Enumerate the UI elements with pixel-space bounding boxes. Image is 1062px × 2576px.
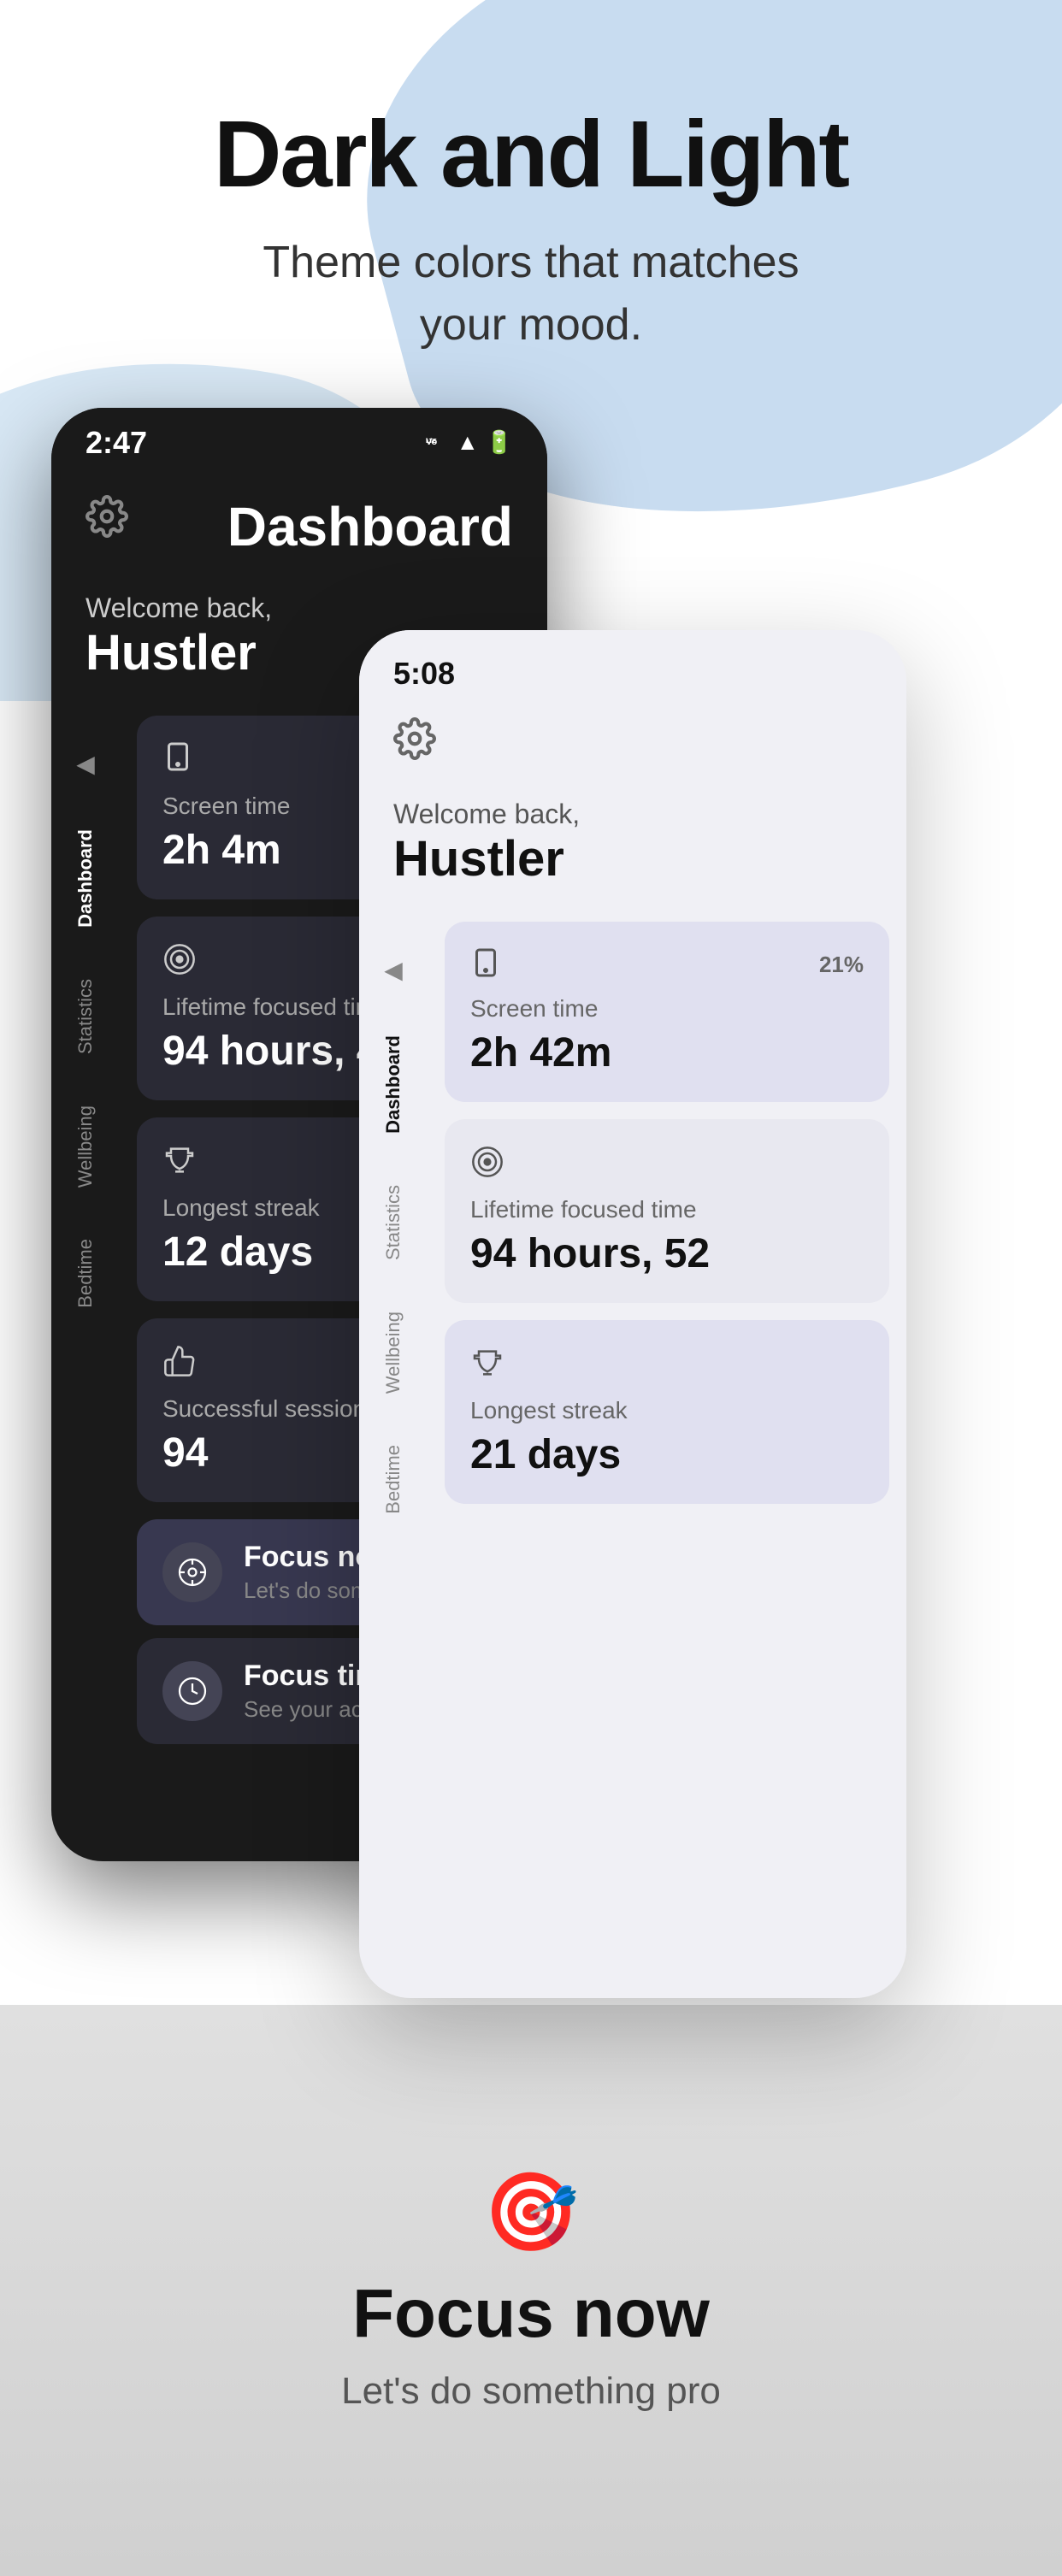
dark-battery-icon: 🔋 bbox=[486, 429, 513, 456]
light-user-name: Hustler bbox=[393, 830, 872, 887]
dark-status-bar: 2:47 Vo LTE ▲ 🔋 bbox=[51, 408, 547, 469]
dark-gear-icon[interactable] bbox=[86, 495, 128, 542]
light-main-area: ◀ Dashboard Statistics Wellbeing Bedtime bbox=[359, 913, 906, 1540]
focus-now-promo-title: Focus now bbox=[341, 2274, 721, 2353]
dark-status-icons: Vo LTE ▲ 🔋 bbox=[426, 429, 513, 456]
dark-wellbeing-label: Wellbeing bbox=[74, 1105, 97, 1188]
light-screen-value: 2h 42m bbox=[470, 1029, 864, 1076]
dark-app-title: Dashboard bbox=[227, 495, 513, 558]
dark-welcome-text: Welcome back, bbox=[86, 592, 513, 624]
light-screen-time-header: 21% bbox=[470, 947, 864, 982]
dark-sidebar-wellbeing[interactable]: Wellbeing bbox=[66, 1080, 105, 1213]
dark-chevron-icon: ◀ bbox=[76, 750, 95, 778]
light-sidebar: ◀ Dashboard Statistics Wellbeing Bedtime bbox=[359, 913, 428, 1540]
dark-sidebar-dashboard[interactable]: Dashboard bbox=[66, 804, 105, 953]
light-streak-card: Longest streak 21 days bbox=[445, 1320, 889, 1504]
light-welcome-section: Welcome back, Hustler bbox=[359, 781, 906, 913]
dark-statistics-label: Statistics bbox=[74, 979, 97, 1054]
light-lifetime-icon bbox=[470, 1145, 864, 1183]
header-section: Dark and Light Theme colors that matches… bbox=[0, 0, 1062, 408]
bottom-section: 🎯 Focus now Let's do something pro bbox=[0, 2005, 1062, 2576]
light-lifetime-label: Lifetime focused time bbox=[470, 1196, 864, 1223]
light-status-bar: 5:08 bbox=[359, 630, 906, 700]
light-content-area: 21% Screen time 2h 42m Li bbox=[428, 913, 906, 1540]
light-bedtime-label: Bedtime bbox=[382, 1445, 404, 1514]
dark-sidebar-bedtime[interactable]: Bedtime bbox=[66, 1213, 105, 1334]
light-screen-label: Screen time bbox=[470, 995, 864, 1023]
light-dashboard-label: Dashboard bbox=[382, 1035, 404, 1134]
dark-wifi-icon: ▲ bbox=[457, 429, 479, 456]
light-phone: 5:08 Welcome back, Hustler ◀ bbox=[359, 630, 906, 1998]
light-sidebar-bedtime[interactable]: Bedtime bbox=[374, 1419, 413, 1540]
header-title: Dark and Light bbox=[0, 103, 1062, 206]
light-screen-badge: 21% bbox=[819, 952, 864, 978]
bottom-content: 🎯 Focus now Let's do something pro bbox=[273, 2116, 789, 2464]
light-phone-icon bbox=[470, 947, 501, 982]
light-welcome-text: Welcome back, bbox=[393, 799, 872, 830]
svg-text:LTE: LTE bbox=[426, 439, 437, 445]
dark-focus-icon-circle bbox=[162, 1542, 222, 1602]
light-app-header bbox=[359, 700, 906, 781]
light-sidebar-chevron: ◀ bbox=[375, 930, 411, 1010]
light-lifetime-value: 94 hours, 52 bbox=[470, 1230, 864, 1277]
light-screen-time-card: 21% Screen time 2h 42m bbox=[445, 922, 889, 1102]
header-subtitle: Theme colors that matches your mood. bbox=[232, 232, 830, 357]
light-trophy-icon bbox=[470, 1346, 864, 1384]
dark-app-header: Dashboard bbox=[51, 469, 547, 575]
light-chevron-icon: ◀ bbox=[384, 956, 403, 984]
dark-sidebar: ◀ Dashboard Statistics Wellbeing Bedtime bbox=[51, 707, 120, 1765]
focus-now-promo-subtitle: Let's do something pro bbox=[341, 2370, 721, 2413]
dark-sidebar-chevron: ◀ bbox=[68, 724, 103, 804]
light-streak-value: 21 days bbox=[470, 1431, 864, 1478]
phones-container: 2:47 Vo LTE ▲ 🔋 Dashboard bbox=[0, 408, 1062, 2005]
dark-signal-icon: Vo LTE bbox=[426, 431, 450, 455]
light-lifetime-card: Lifetime focused time 94 hours, 52 bbox=[445, 1119, 889, 1303]
light-sidebar-dashboard[interactable]: Dashboard bbox=[374, 1010, 413, 1159]
light-statistics-label: Statistics bbox=[382, 1185, 404, 1260]
dark-sidebar-statistics[interactable]: Statistics bbox=[66, 953, 105, 1080]
light-sidebar-wellbeing[interactable]: Wellbeing bbox=[374, 1286, 413, 1419]
light-gear-icon[interactable] bbox=[393, 717, 436, 764]
dark-status-time: 2:47 bbox=[86, 425, 147, 461]
dark-phone-icon bbox=[162, 741, 193, 780]
light-status-time: 5:08 bbox=[393, 656, 455, 692]
focus-now-promo-icon: 🎯 bbox=[341, 2167, 721, 2257]
dark-bedtime-label: Bedtime bbox=[74, 1239, 97, 1308]
light-streak-label: Longest streak bbox=[470, 1397, 864, 1424]
dark-timeline-icon-circle bbox=[162, 1661, 222, 1721]
light-sidebar-statistics[interactable]: Statistics bbox=[374, 1159, 413, 1286]
dark-dashboard-label: Dashboard bbox=[74, 829, 97, 928]
light-wellbeing-label: Wellbeing bbox=[382, 1312, 404, 1394]
